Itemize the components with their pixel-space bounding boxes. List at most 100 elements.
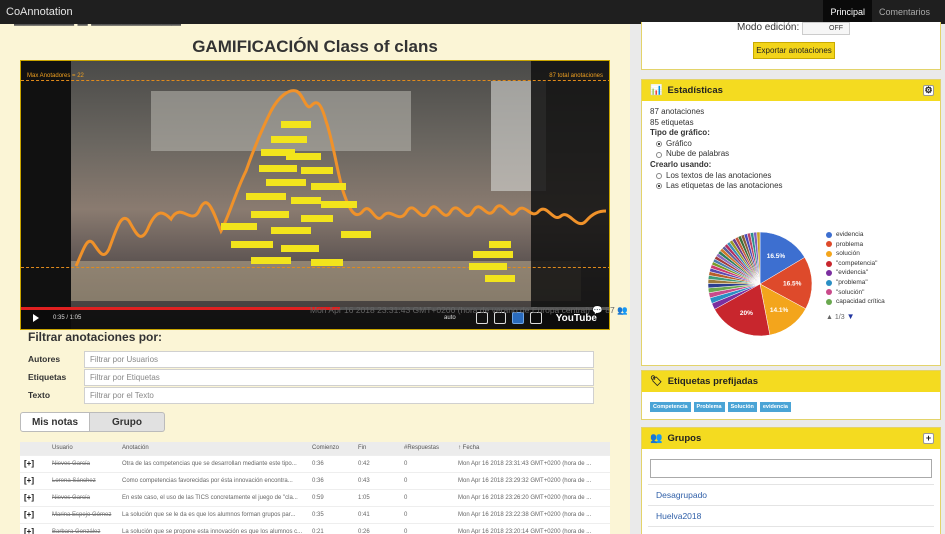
progress-fill [21, 307, 340, 310]
legend-item[interactable]: capacidad crítica [826, 297, 885, 307]
tags-title: Etiquetas prefijadas [667, 376, 758, 387]
cell-expand[interactable]: [+] [20, 488, 48, 506]
radio-dot-icon [656, 151, 662, 158]
add-group-icon[interactable]: + [923, 433, 934, 444]
legend-label: problema [836, 240, 864, 248]
nav-principal[interactable]: Principal [823, 0, 872, 24]
legend-label: solución [836, 250, 860, 258]
legend-item[interactable]: solución [826, 249, 885, 259]
pie-data-label: 16.5% [767, 253, 786, 260]
video-meta-line: Mon Apr 16 2018 23:31:43 GMT+0200 (hora … [310, 305, 640, 315]
col-usuario[interactable]: Usuario [48, 442, 118, 455]
legend-item[interactable]: problema [826, 240, 885, 250]
pager-prev-icon[interactable]: ▲ [826, 314, 833, 321]
filter-row-authors: Autores Filtrar por Usuarios [26, 350, 594, 368]
export-button[interactable]: Exportar anotaciones [753, 42, 835, 59]
cell-expand[interactable]: [+] [20, 522, 48, 534]
legend-item[interactable]: evidencia [826, 230, 885, 240]
cell-respuestas: 0 [400, 454, 454, 472]
cell-respuestas: 0 [400, 522, 454, 534]
pie-data-label: 14.1% [770, 307, 789, 314]
legend-item[interactable]: "competencia" [826, 259, 885, 269]
nav-links: Principal Comentarios [823, 0, 937, 24]
table-body: [+] Nieves García Otra de las competencias… [20, 454, 610, 534]
cell-anotacion: La solución que se le da es que los alum… [118, 505, 308, 523]
radio-grafico[interactable]: Gráfico [650, 139, 932, 150]
cell-fin: 1:05 [354, 488, 400, 506]
col-respuestas[interactable]: #Respuestas [400, 442, 454, 455]
stats-card: 📊 Estadísticas ⚙ 87 anotaciones 85 etiqu… [641, 79, 941, 366]
radio-etiquetas[interactable]: Las etiquetas de las anotaciones [650, 181, 932, 192]
radio-dot-icon [656, 183, 662, 190]
nav-comentarios[interactable]: Comentarios [872, 0, 937, 24]
legend-item[interactable]: "solución" [826, 288, 885, 298]
group-search-input[interactable] [650, 459, 932, 478]
tags-header: 🏷 Etiquetas prefijadas [642, 371, 940, 392]
pie-data-label: 16.5% [783, 280, 802, 287]
tag-evidencia[interactable]: evidencia [759, 402, 791, 412]
table-row[interactable]: [+] Marina Espejo Gómez La solución que se… [20, 505, 610, 523]
tag-competencia[interactable]: Competencia [650, 402, 691, 412]
cell-fin: 0:41 [354, 505, 400, 523]
tags-card: 🏷 Etiquetas prefijadas Competencia Probl… [641, 370, 941, 420]
edit-mode-card: Modo edición: OFF Exportar anotaciones [641, 22, 941, 70]
legend-dot [826, 241, 832, 248]
video-player[interactable]: Max Anotadores = 22 87 total anotaciones [20, 60, 610, 330]
cell-fecha: Mon Apr 16 2018 23:20:14 GMT+0200 (hora … [454, 522, 610, 534]
col-comienzo[interactable]: Comienzo [308, 442, 354, 455]
cell-expand[interactable]: [+] [20, 471, 48, 489]
col-fecha[interactable]: ↑ Fecha [454, 442, 610, 455]
cell-expand[interactable]: [+] [20, 505, 48, 523]
top-navbar: CoAnnotation Principal Comentarios [0, 0, 945, 24]
settings-icon[interactable]: ⚙ [923, 85, 934, 96]
group-item[interactable]: Huelva2018 [648, 505, 934, 526]
col-fin[interactable]: Fin [354, 442, 400, 455]
brand-logo[interactable]: CoAnnotation [6, 6, 73, 18]
legend-dot [826, 231, 832, 238]
cell-comienzo: 0:21 [308, 522, 354, 534]
cell-expand[interactable]: [+] [20, 454, 48, 472]
radio-nube[interactable]: Nube de palabras [650, 149, 932, 160]
group-item[interactable]: Innotic17 [648, 526, 934, 534]
legend-label: "solución" [836, 288, 865, 296]
table-row[interactable]: [+] Barbara González La solución que se pr… [20, 522, 610, 534]
legend-item[interactable]: "problema" [826, 278, 885, 288]
group-item[interactable]: Desagrupado [648, 484, 934, 505]
legend-item[interactable]: "evidencia" [826, 268, 885, 278]
legend-label: capacidad crítica [836, 298, 885, 306]
cell-anotacion: La solución que se propone esta innovaci… [118, 522, 308, 534]
col-anotacion[interactable]: Anotación [118, 442, 308, 455]
tab-mis-notas[interactable]: Mis notas [20, 412, 90, 432]
cell-respuestas: 0 [400, 471, 454, 489]
radio-textos[interactable]: Los textos de las anotaciones [650, 171, 932, 182]
cell-fecha: Mon Apr 16 2018 23:26:20 GMT+0200 (hora … [454, 488, 610, 506]
tag-solucion[interactable]: Solución [727, 402, 757, 412]
cell-usuario: Nieves García [48, 488, 118, 506]
legend-dot [826, 260, 832, 267]
play-icon[interactable] [33, 314, 39, 322]
sidebar: Modo edición: OFF Exportar anotaciones 📊… [630, 22, 945, 534]
table-row[interactable]: [+] Nieves García Otra de las competencias… [20, 454, 610, 472]
edit-mode-toggle[interactable]: OFF [802, 22, 850, 35]
cut-off-heading: ▔▔▔▔▔▔ ▔ ▔▔▔▔▔▔▔▔▔ [14, 24, 182, 36]
legend-pager[interactable]: ▲ 1/3 ▼ [826, 312, 855, 321]
stats-header: 📊 Estadísticas ⚙ [642, 80, 940, 101]
legend-dot [826, 298, 832, 305]
filter-input-text[interactable]: Filtrar por el Texto [84, 386, 594, 404]
legend-dot [826, 289, 832, 296]
tab-grupo[interactable]: Grupo [90, 412, 165, 432]
tag-list: Competencia Problema Solución evidencia [642, 392, 940, 422]
pager-next-icon[interactable]: ▼ [847, 312, 855, 321]
density-curve [74, 89, 607, 267]
filter-label-authors: Autores [28, 354, 61, 364]
table-row[interactable]: [+] Lorena Sánchez Como competencias favor… [20, 471, 610, 489]
tag-problema[interactable]: Problema [693, 402, 725, 412]
cell-fin: 0:42 [354, 454, 400, 472]
table-row[interactable]: [+] Nieves García En este caso, el uso de … [20, 488, 610, 506]
cell-fecha: Mon Apr 16 2018 23:22:38 GMT+0200 (hora … [454, 505, 610, 523]
groups-title: Grupos [667, 433, 702, 444]
filter-input-tags[interactable]: Filtrar por Etiquetas [84, 368, 594, 386]
annotation-overlay [74, 89, 607, 282]
chart-type-label: Tipo de gráfico: [650, 128, 710, 138]
filter-input-authors[interactable]: Filtrar por Usuarios [84, 350, 594, 368]
